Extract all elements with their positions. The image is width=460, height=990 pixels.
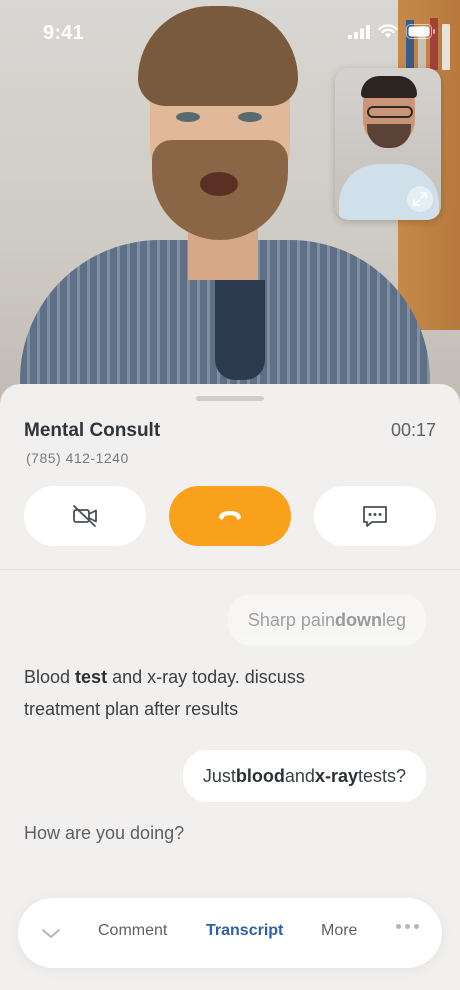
tab-more[interactable]: More <box>321 922 357 940</box>
battery-icon <box>406 24 435 39</box>
transcript-message: How are you doing? <box>24 823 185 843</box>
call-timer: 00:17 <box>390 420 436 440</box>
phone-hangup-icon <box>219 511 241 520</box>
transcript-message: Just blood and x-ray tests? <box>182 750 426 802</box>
video-off-icon <box>73 505 97 527</box>
toggle-video-button[interactable] <box>24 486 146 546</box>
expand-icon[interactable] <box>407 186 433 212</box>
transcript-message: Sharp pain down leg <box>227 594 426 646</box>
status-time: 9:41 <box>43 22 84 44</box>
bottom-tab-bar: Comment Transcript More <box>18 898 442 968</box>
wifi-icon <box>378 24 398 38</box>
call-title: Mental Consult <box>24 420 161 441</box>
chat-bubble-icon <box>363 506 387 527</box>
tab-comment[interactable]: Comment <box>98 922 167 940</box>
more-options-icon[interactable] <box>396 924 419 929</box>
call-phone-number: (785) 412-1240 <box>26 450 129 466</box>
end-call-button[interactable] <box>169 486 291 546</box>
cellular-signal-icon <box>348 24 370 39</box>
sheet-grabber[interactable] <box>196 396 264 401</box>
self-view-pip[interactable] <box>335 68 441 220</box>
chevron-down-icon[interactable] <box>40 922 62 944</box>
message-button[interactable] <box>314 486 436 546</box>
status-bar: 9:41 <box>0 0 460 66</box>
tab-transcript[interactable]: Transcript <box>206 922 283 940</box>
transcript-message: Blood test and x-ray today. discuss trea… <box>24 667 305 719</box>
